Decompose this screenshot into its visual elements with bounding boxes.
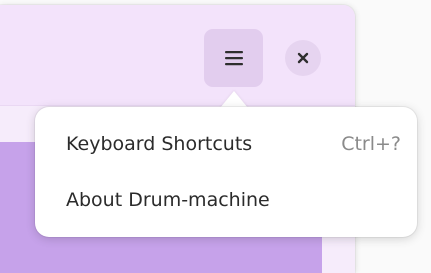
main-menu-popover: Keyboard Shortcuts Ctrl+? About Drum-mac… xyxy=(35,107,417,237)
close-icon xyxy=(297,52,309,64)
close-button[interactable] xyxy=(285,40,321,76)
menu-item-label: About Drum-machine xyxy=(66,189,270,211)
headerbar xyxy=(0,5,355,106)
hamburger-menu-icon xyxy=(224,51,243,66)
menu-item-about[interactable]: About Drum-machine xyxy=(35,177,417,223)
desktop-background: Keyboard Shortcuts Ctrl+? About Drum-mac… xyxy=(0,0,431,273)
menu-item-label: Keyboard Shortcuts xyxy=(66,133,253,155)
menu-item-accelerator: Ctrl+? xyxy=(341,133,401,155)
popover-arrow xyxy=(220,91,248,108)
main-menu-button[interactable] xyxy=(204,29,263,87)
menu-item-keyboard-shortcuts[interactable]: Keyboard Shortcuts Ctrl+? xyxy=(35,121,417,167)
